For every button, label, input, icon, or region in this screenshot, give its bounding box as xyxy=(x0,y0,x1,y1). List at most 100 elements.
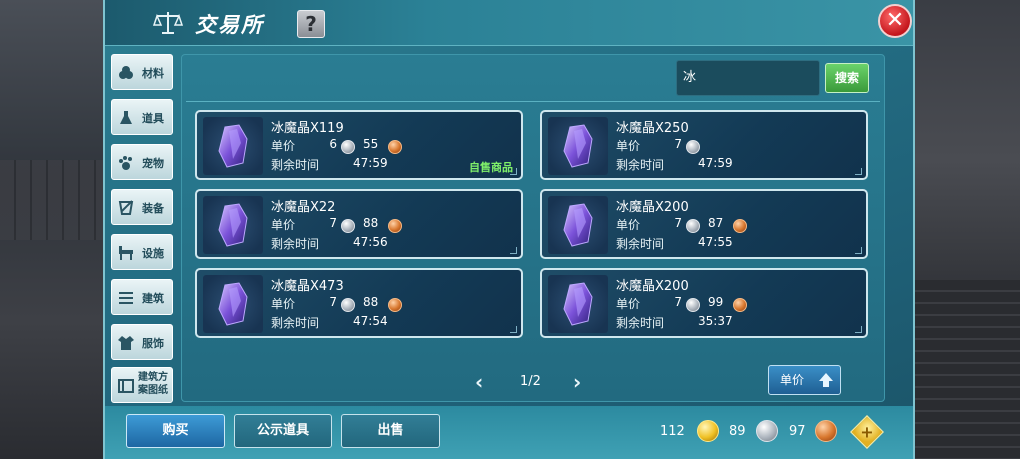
silver-coin-icon xyxy=(341,298,355,312)
time-left-label: 剩余时间 xyxy=(616,158,665,172)
price-copper: 88 xyxy=(363,216,379,230)
ice-crystal-icon xyxy=(563,124,593,168)
time-left-label: 剩余时间 xyxy=(271,237,320,251)
card-corner-mark xyxy=(510,247,517,254)
sell-button[interactable]: 出售 xyxy=(341,414,440,448)
card-corner-mark xyxy=(855,247,862,254)
prev-page-button[interactable]: ‹ xyxy=(475,372,489,392)
ice-crystal-icon xyxy=(218,203,248,247)
help-button[interactable]: ? xyxy=(297,10,325,38)
listing-card[interactable]: 冰魔晶X200 单价 7 87 剩余时间 47:55 xyxy=(540,189,868,259)
sidebar-item-buildings[interactable]: 建筑 xyxy=(111,279,173,315)
unit-price-label: 单价 xyxy=(271,297,296,311)
listing-card[interactable]: 冰魔晶X119 单价 6 55 剩余时间 47:59 自售商品 xyxy=(195,110,523,180)
price-copper: 55 xyxy=(363,137,379,151)
sidebar-item-label: 装备 xyxy=(142,202,164,215)
item-name: 冰魔晶X200 xyxy=(616,279,689,294)
publicity-items-button[interactable]: 公示道具 xyxy=(234,414,332,448)
background-scene-left xyxy=(0,0,105,459)
sort-up-arrow-icon xyxy=(819,373,833,387)
silver-amount: 89 xyxy=(729,424,746,439)
next-page-button[interactable]: › xyxy=(573,372,587,392)
panel-header: 交易所 ? xyxy=(105,0,913,46)
copper-coin-icon xyxy=(733,298,747,312)
sidebar-item-blueprints[interactable]: 建筑方案图纸 xyxy=(111,367,173,403)
item-icon-frame xyxy=(203,117,263,175)
close-button[interactable]: ✕ xyxy=(878,4,912,38)
price-silver: 7 xyxy=(674,216,682,230)
blueprint-icon xyxy=(118,379,134,393)
search-button[interactable]: 搜索 xyxy=(825,63,869,93)
buy-button[interactable]: 购买 xyxy=(126,414,225,448)
time-left-label: 剩余时间 xyxy=(616,316,665,330)
background-scene-right xyxy=(912,0,1020,459)
price-silver: 7 xyxy=(329,295,337,309)
page-indicator: 1/2 xyxy=(520,374,541,389)
unit-price-label: 单价 xyxy=(271,139,296,153)
search-input[interactable]: 冰 xyxy=(676,60,820,96)
sidebar-item-materials[interactable]: 材料 xyxy=(111,54,173,90)
plus-icon: + xyxy=(860,422,874,442)
armor-icon xyxy=(118,200,134,215)
sidebar-item-label: 道具 xyxy=(142,112,164,125)
sidebar-item-label: 服饰 xyxy=(142,337,164,350)
card-corner-mark xyxy=(510,168,517,175)
price-copper: 87 xyxy=(708,216,724,230)
price-silver: 6 xyxy=(329,137,337,151)
ice-crystal-icon xyxy=(563,282,593,326)
sidebar-item-items[interactable]: 道具 xyxy=(111,99,173,135)
copper-coin-icon xyxy=(815,420,837,442)
price-silver: 7 xyxy=(674,295,682,309)
sidebar-item-label: 建筑 xyxy=(142,292,164,305)
time-left-value: 47:59 xyxy=(698,156,733,170)
building-icon xyxy=(119,292,133,304)
card-corner-mark xyxy=(855,168,862,175)
facility-icon xyxy=(119,246,133,260)
sort-label: 单价 xyxy=(780,373,805,387)
divider xyxy=(186,101,880,102)
listing-card[interactable]: 冰魔晶X473 单价 7 88 剩余时间 47:54 xyxy=(195,268,523,338)
price-copper: 88 xyxy=(363,295,379,309)
time-left-value: 47:54 xyxy=(353,314,388,328)
silver-coin-icon xyxy=(686,219,700,233)
item-icon-frame xyxy=(548,275,608,333)
unit-price-label: 单价 xyxy=(616,297,641,311)
sidebar-item-clothing[interactable]: 服饰 xyxy=(111,324,173,360)
price-copper: 99 xyxy=(708,295,724,309)
self-sale-tag: 自售商品 xyxy=(469,161,513,174)
sidebar-item-label: 材料 xyxy=(142,67,164,80)
ice-crystal-icon xyxy=(218,282,248,326)
sidebar-item-equipment[interactable]: 装备 xyxy=(111,189,173,225)
time-left-label: 剩余时间 xyxy=(616,237,665,251)
unit-price-label: 单价 xyxy=(616,139,641,153)
listing-card[interactable]: 冰魔晶X250 单价 7 剩余时间 47:59 xyxy=(540,110,868,180)
silver-coin-icon xyxy=(686,298,700,312)
time-left-label: 剩余时间 xyxy=(271,158,320,172)
ice-crystal-icon xyxy=(563,203,593,247)
sidebar-item-facilities[interactable]: 设施 xyxy=(111,234,173,270)
silver-coin-icon xyxy=(341,219,355,233)
sort-by-price-button[interactable]: 单价 xyxy=(768,365,841,395)
sidebar-item-pets[interactable]: 宠物 xyxy=(111,144,173,180)
time-left-label: 剩余时间 xyxy=(271,316,320,330)
time-left-value: 47:59 xyxy=(353,156,388,170)
silver-coin-icon xyxy=(686,140,700,154)
price-silver: 7 xyxy=(674,137,682,151)
copper-coin-icon xyxy=(388,298,402,312)
copper-amount: 97 xyxy=(789,424,806,439)
clothing-icon xyxy=(118,336,134,350)
sidebar-item-label: 宠物 xyxy=(142,157,164,170)
price-silver: 7 xyxy=(329,216,337,230)
silver-coin-icon xyxy=(341,140,355,154)
item-name: 冰魔晶X119 xyxy=(271,121,344,136)
listing-card[interactable]: 冰魔晶X22 单价 7 88 剩余时间 47:56 xyxy=(195,189,523,259)
page-title: 交易所 xyxy=(195,13,264,37)
paw-icon xyxy=(119,156,132,170)
gold-coin-icon xyxy=(697,420,719,442)
listing-card[interactable]: 冰魔晶X200 单价 7 99 剩余时间 35:37 xyxy=(540,268,868,338)
silver-coin-icon xyxy=(756,420,778,442)
sidebar-item-label: 建筑方案图纸 xyxy=(138,372,168,396)
item-icon-frame xyxy=(548,117,608,175)
item-icon-frame xyxy=(203,196,263,254)
gold-amount: 112 xyxy=(660,424,685,439)
